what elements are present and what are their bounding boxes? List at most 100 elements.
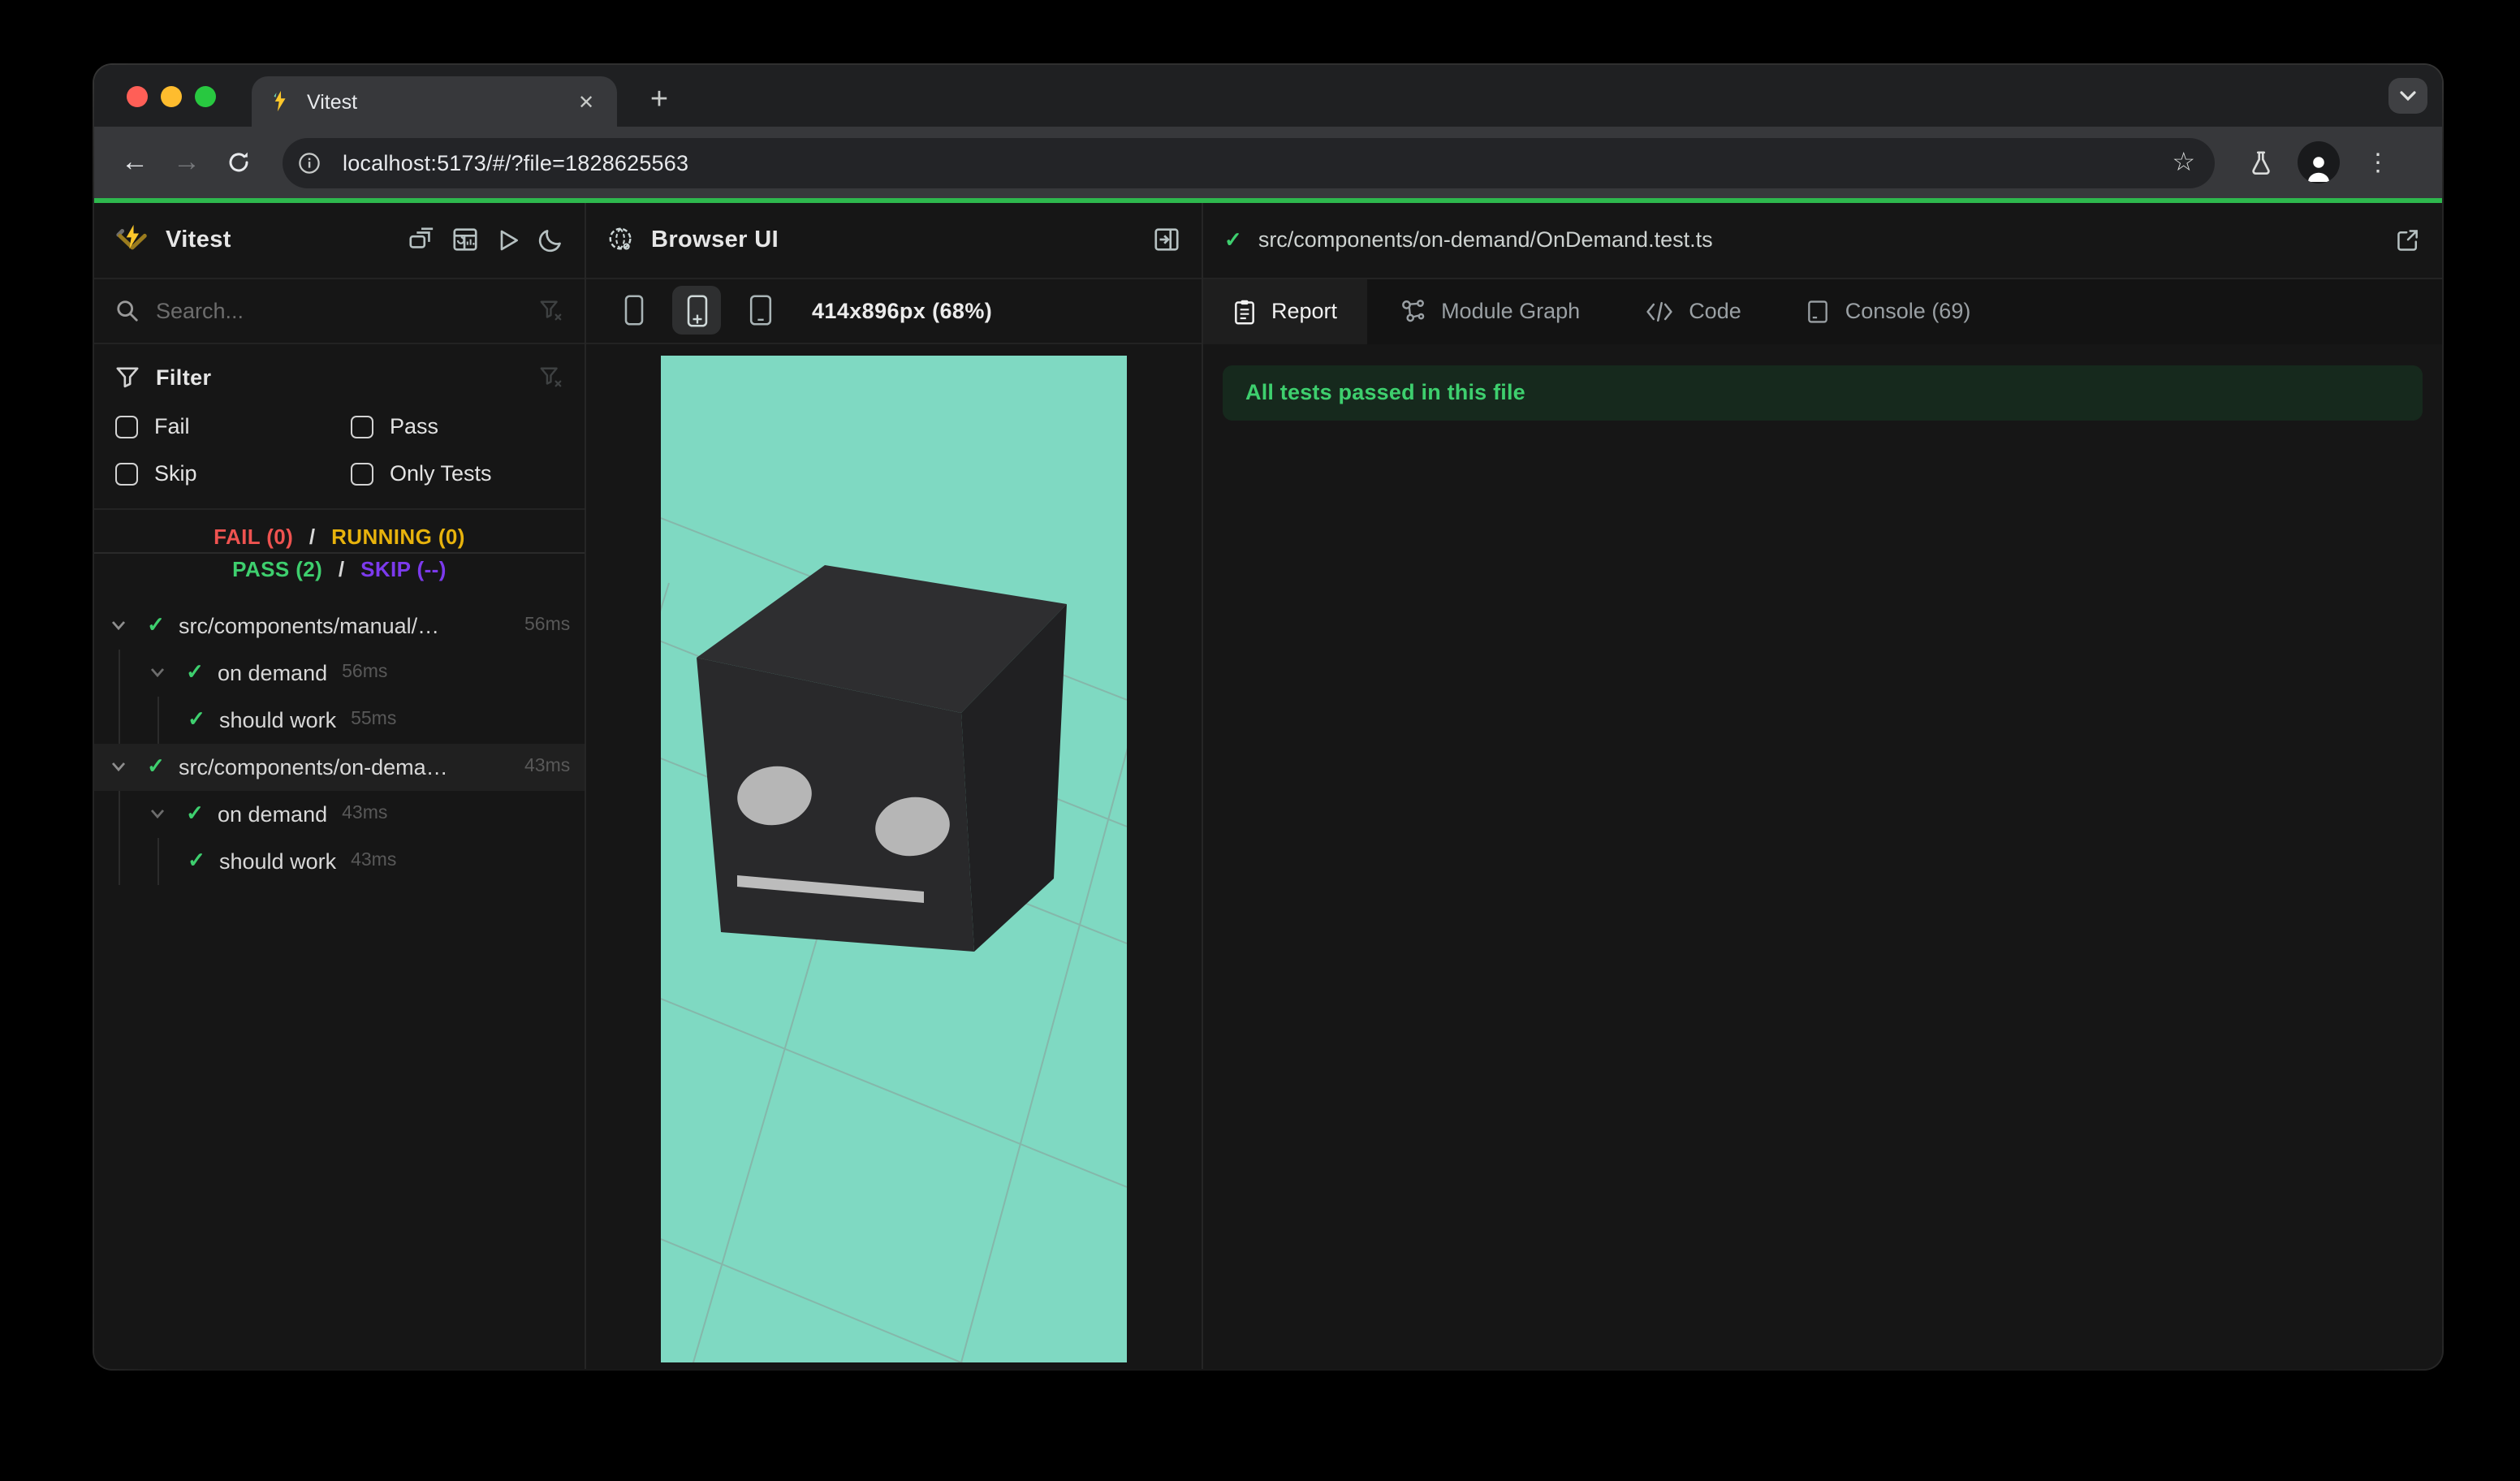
browser-menu-icon[interactable]: ⋮ — [2362, 148, 2393, 177]
tree-row-suite[interactable]: ✓ on demand 43ms — [94, 790, 585, 837]
results-tabs: Report Module Graph Code Console (69) — [1203, 278, 2442, 343]
pass-check-icon: ✓ — [186, 659, 204, 684]
indent-guide — [119, 696, 120, 743]
tab-label: Code — [1689, 299, 1741, 323]
site-info-icon[interactable] — [291, 144, 328, 181]
chevron-down-icon[interactable] — [146, 805, 169, 822]
chevron-down-icon[interactable] — [107, 617, 130, 633]
url-text[interactable]: localhost:5173/#/?file=1828625563 — [343, 150, 2162, 175]
device-phone-plus-button[interactable] — [672, 286, 721, 335]
test-duration: 43ms — [342, 804, 388, 823]
test-duration: 56ms — [524, 615, 571, 635]
filter-options: Fail Pass Skip Only Tests — [115, 408, 563, 491]
test-duration: 55ms — [351, 710, 397, 729]
filter-label: Only Tests — [390, 461, 492, 486]
collapse-panels-icon[interactable] — [408, 226, 435, 253]
tab-module-graph[interactable]: Module Graph — [1366, 278, 1612, 343]
summary-line-2: PASS (2) / SKIP (--) — [94, 556, 585, 581]
device-tablet-button[interactable] — [736, 286, 784, 335]
browser-window: Vitest ✕ + ← → localhost:5173/#/?file=18… — [94, 65, 2442, 1369]
test-file-label: src/components/on-dema… — [179, 754, 448, 779]
test-case-label: should work — [219, 848, 337, 873]
tree-row-file-on-demand[interactable]: ✓ src/components/on-dema… 43ms — [94, 743, 585, 790]
test-file-label: src/components/manual/… — [179, 613, 440, 637]
device-toolbar: 414x896px (68%) — [586, 278, 1202, 343]
test-duration: 43ms — [351, 851, 397, 870]
test-duration: 56ms — [342, 663, 388, 682]
checkbox-pass[interactable] — [351, 415, 373, 438]
minimize-window-button[interactable] — [161, 85, 182, 106]
tab-console[interactable]: Console (69) — [1774, 278, 2004, 343]
browser-preview-panel: Browser UI 414x896px (68%) — [586, 202, 1203, 1369]
indent-guide — [158, 696, 159, 743]
results-panel: ✓ src/components/on-demand/OnDemand.test… — [1203, 202, 2442, 1369]
test-tree: ✓ src/components/manual/… 56ms ✓ on dema… — [94, 597, 585, 1369]
run-all-icon[interactable] — [495, 227, 521, 253]
tab-code[interactable]: Code — [1612, 278, 1774, 343]
filter-clear-icon[interactable] — [539, 365, 563, 390]
reload-button[interactable] — [218, 141, 260, 184]
search-row — [94, 278, 585, 343]
tree-row-test[interactable]: ✓ should work 55ms — [94, 696, 585, 743]
filter-option-pass[interactable]: Pass — [351, 408, 563, 444]
indent-guide — [119, 649, 120, 696]
chevron-down-icon[interactable] — [107, 758, 130, 775]
pass-check-icon: ✓ — [188, 706, 205, 731]
forward-button[interactable]: → — [166, 141, 208, 184]
test-case-label: should work — [219, 707, 337, 732]
pass-check-icon: ✓ — [188, 848, 205, 872]
filter-option-only-tests[interactable]: Only Tests — [351, 456, 563, 491]
tab-title: Vitest — [307, 90, 358, 113]
browser-tab[interactable]: Vitest ✕ — [252, 76, 617, 127]
tab-report[interactable]: Report — [1203, 278, 1367, 343]
dark-mode-moon-icon[interactable] — [537, 227, 563, 253]
experiments-flask-icon[interactable] — [2247, 149, 2275, 176]
tree-row-suite[interactable]: ✓ on demand 56ms — [94, 649, 585, 696]
desktop: Vitest ✕ + ← → localhost:5173/#/?file=18… — [0, 0, 2520, 1481]
dashboard-view-icon[interactable] — [451, 226, 479, 253]
sidebar-actions — [408, 226, 563, 253]
profile-avatar[interactable] — [2298, 141, 2340, 184]
viewport-size-label: 414x896px (68%) — [812, 298, 993, 322]
filter-option-skip[interactable]: Skip — [115, 456, 351, 491]
chevron-down-icon[interactable] — [146, 664, 169, 680]
tested-app-viewport[interactable] — [661, 355, 1127, 1362]
file-pass-check-icon: ✓ — [1224, 227, 1242, 251]
vitest-logo — [115, 222, 149, 257]
tree-row-test[interactable]: ✓ should work 43ms — [94, 837, 585, 884]
tab-label: Module Graph — [1441, 299, 1581, 323]
report-content: All tests passed in this file — [1203, 343, 2442, 1369]
device-phone-small-button[interactable] — [609, 286, 658, 335]
dock-panel-icon[interactable] — [1153, 226, 1180, 253]
tree-row-file-manual[interactable]: ✓ src/components/manual/… 56ms — [94, 602, 585, 649]
filter-label: Fail — [154, 414, 190, 438]
preview-header: Browser UI — [586, 202, 1202, 278]
maximize-window-button[interactable] — [195, 85, 216, 106]
console-icon — [1806, 298, 1831, 324]
search-icon — [115, 298, 140, 322]
vitest-ui: Vitest Search... Filter Fail Pass Skip O… — [94, 202, 2442, 1369]
test-file-path: src/components/on-demand/OnDemand.test.t… — [1258, 227, 1713, 252]
tab-close-icon[interactable]: ✕ — [572, 87, 601, 116]
sidebar-header: Vitest — [94, 202, 585, 278]
checkbox-fail[interactable] — [115, 415, 138, 438]
clear-filter-icon[interactable] — [539, 298, 563, 322]
all-tests-passed-banner: All tests passed in this file — [1223, 365, 2423, 420]
test-suite-label: on demand — [218, 801, 328, 826]
address-bar[interactable]: localhost:5173/#/?file=1828625563 ☆ — [283, 137, 2215, 188]
filter-title: Filter — [156, 365, 212, 390]
checkbox-skip[interactable] — [115, 462, 138, 485]
tab-search-button[interactable] — [2388, 78, 2427, 114]
close-window-button[interactable] — [127, 85, 148, 106]
module-graph-icon — [1399, 297, 1426, 325]
checkbox-only-tests[interactable] — [351, 462, 373, 485]
summary-divider — [94, 551, 585, 553]
search-input[interactable] — [156, 298, 523, 322]
new-tab-button[interactable]: + — [636, 78, 682, 123]
open-external-icon[interactable] — [2395, 227, 2421, 253]
bookmark-star-icon[interactable]: ☆ — [2162, 146, 2205, 179]
tab-label: Console (69) — [1845, 299, 1971, 323]
back-button[interactable]: ← — [114, 141, 156, 184]
filter-option-fail[interactable]: Fail — [115, 408, 351, 444]
test-duration: 43ms — [524, 757, 571, 776]
